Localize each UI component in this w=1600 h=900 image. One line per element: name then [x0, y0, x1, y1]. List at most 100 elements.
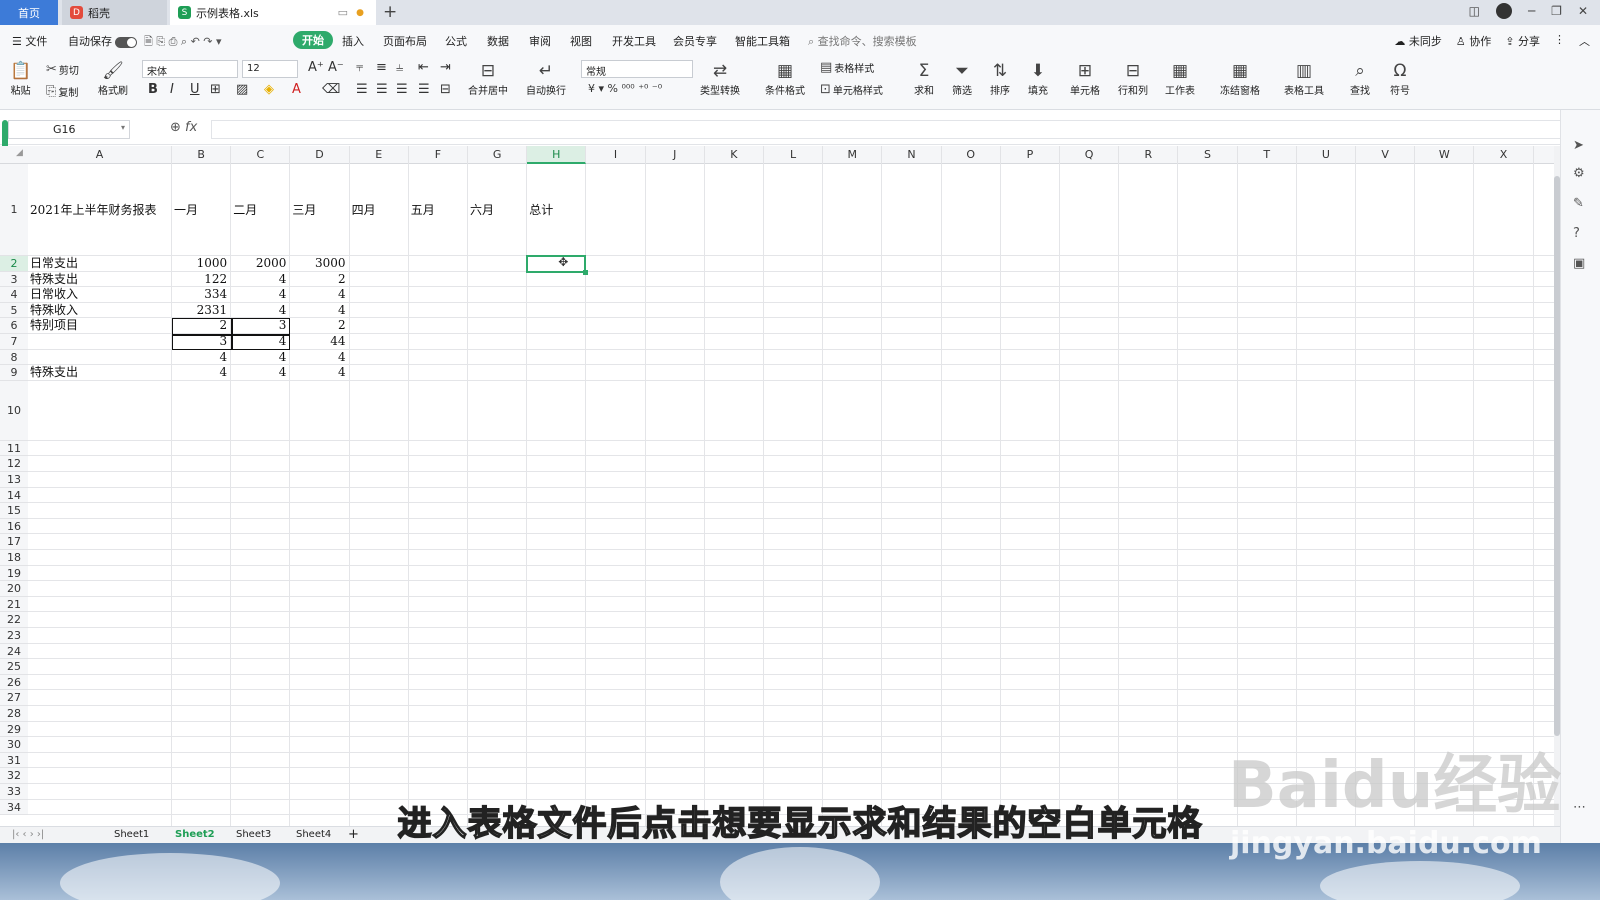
- column-header-g[interactable]: G: [468, 146, 528, 164]
- column-header-t[interactable]: T: [1238, 146, 1297, 164]
- cell-b4[interactable]: 334: [174, 287, 229, 303]
- cell-b2[interactable]: 1000: [174, 256, 229, 272]
- cell-b8[interactable]: 4: [174, 350, 229, 366]
- cell-d5[interactable]: 4: [292, 303, 347, 319]
- cell-d9[interactable]: 4: [292, 365, 347, 381]
- cell-b3[interactable]: 122: [174, 272, 229, 288]
- conditional-format-button[interactable]: ▦ 条件格式: [765, 60, 805, 97]
- column-header-h[interactable]: H: [527, 146, 587, 164]
- border-icon[interactable]: ⊞: [210, 82, 221, 97]
- indent-decrease-icon[interactable]: ⇤: [418, 60, 429, 75]
- font-size-select[interactable]: 12: [242, 60, 298, 78]
- select-all-icon[interactable]: ◢: [16, 148, 23, 158]
- column-header-d[interactable]: D: [290, 146, 350, 164]
- row-header-2[interactable]: 2: [0, 256, 28, 272]
- row-header-21[interactable]: 21: [0, 596, 28, 613]
- row-header-3[interactable]: 3: [0, 271, 28, 288]
- formula-zoom-fx[interactable]: ⊕ fx: [170, 120, 197, 135]
- column-header-u[interactable]: U: [1297, 146, 1356, 164]
- cell-c5[interactable]: 4: [233, 303, 288, 319]
- cell-d3[interactable]: 2: [292, 272, 347, 288]
- menu-tab-formula[interactable]: 公式: [445, 33, 467, 49]
- row-header-7[interactable]: 7: [0, 334, 28, 350]
- row-header-12[interactable]: 12: [0, 456, 28, 472]
- close-icon[interactable]: ✕: [1578, 4, 1588, 18]
- quick-access-icons[interactable]: 🗎 ⎘ ⎙ ⌕ ↶ ↷ ▾: [144, 33, 222, 52]
- cell-a2[interactable]: 日常支出: [30, 256, 170, 272]
- row-header-30[interactable]: 30: [0, 737, 28, 753]
- tab-home[interactable]: 首页: [0, 0, 58, 25]
- eraser-icon[interactable]: ⌫: [322, 82, 340, 97]
- row-header-29[interactable]: 29: [0, 721, 28, 738]
- cell-c7[interactable]: 4: [233, 334, 288, 350]
- column-header-f[interactable]: F: [409, 146, 468, 164]
- type-convert-button[interactable]: ⇄ 类型转换: [700, 60, 740, 97]
- table-tools-button[interactable]: ▥ 表格工具: [1284, 60, 1324, 97]
- cell-a9[interactable]: 特殊支出: [30, 365, 170, 381]
- cell-d8[interactable]: 4: [292, 350, 347, 366]
- column-header-n[interactable]: N: [882, 146, 942, 164]
- help-icon[interactable]: ?: [1573, 226, 1580, 241]
- row-header-23[interactable]: 23: [0, 628, 28, 644]
- merge-center-button[interactable]: ⊟ 合并居中: [468, 60, 508, 97]
- tab-document[interactable]: S 示例表格.xls ▭ ●: [170, 0, 376, 25]
- row-header-15[interactable]: 15: [0, 503, 28, 519]
- font-family-select[interactable]: 宋体: [142, 60, 238, 78]
- row-header-17[interactable]: 17: [0, 534, 28, 550]
- column-header-k[interactable]: K: [705, 146, 764, 164]
- formula-input[interactable]: [211, 120, 1561, 139]
- highlight-icon[interactable]: ◈: [264, 82, 274, 97]
- cell-d6[interactable]: 2: [292, 318, 347, 334]
- row-header-4[interactable]: 4: [0, 287, 28, 303]
- menu-tab-member[interactable]: 会员专享: [673, 33, 717, 49]
- row-header-25[interactable]: 25: [0, 659, 28, 675]
- cell-button[interactable]: ⊞ 单元格: [1070, 60, 1100, 97]
- worksheet-button[interactable]: ▦ 工作表: [1165, 60, 1195, 97]
- menu-tab-review[interactable]: 审阅: [529, 33, 551, 49]
- italic-icon[interactable]: I: [170, 82, 174, 97]
- find-button[interactable]: ⌕ 查找: [1350, 60, 1370, 97]
- name-box[interactable]: G16 ▾: [8, 120, 130, 139]
- cell-c3[interactable]: 4: [233, 272, 288, 288]
- row-header-9[interactable]: 9: [0, 365, 28, 381]
- sum-button[interactable]: Σ 求和: [914, 60, 934, 97]
- justify-icon[interactable]: ☰: [418, 82, 430, 97]
- cell-grid[interactable]: 2021年上半年财务报表 一月 二月 三月 四月 五月 六月 总计 日常支出 1000 2000 30…: [28, 164, 1554, 826]
- restore-icon[interactable]: ❐: [1551, 4, 1562, 18]
- indent-increase-icon[interactable]: ⇥: [440, 60, 451, 75]
- column-header-w[interactable]: W: [1415, 146, 1475, 164]
- layout-icon[interactable]: ◫: [1469, 4, 1480, 18]
- align-top-icon[interactable]: ⫧: [356, 60, 363, 75]
- row-header-27[interactable]: 27: [0, 690, 28, 706]
- bold-icon[interactable]: B: [148, 82, 158, 97]
- settings-slider-icon[interactable]: ⚙: [1573, 166, 1585, 181]
- cell-c9[interactable]: 4: [233, 365, 288, 381]
- column-header-b[interactable]: B: [172, 146, 232, 164]
- cell-b6[interactable]: 2: [174, 318, 229, 334]
- column-header-e[interactable]: E: [350, 146, 409, 164]
- sync-button[interactable]: ☁ 未同步: [1394, 33, 1442, 49]
- freeze-panes-button[interactable]: ▦ 冻结窗格: [1220, 60, 1260, 97]
- command-search[interactable]: ⌕ 查找命令、搜索模板: [808, 33, 917, 49]
- share-button[interactable]: ⇪ 分享: [1505, 33, 1540, 49]
- underline-icon[interactable]: U: [190, 82, 200, 97]
- paste-button[interactable]: 📋 粘贴: [10, 60, 31, 97]
- align-left-icon[interactable]: ☰: [356, 82, 368, 97]
- column-header-o[interactable]: O: [942, 146, 1001, 164]
- row-header-26[interactable]: 26: [0, 674, 28, 691]
- cell-d7[interactable]: 44: [292, 334, 347, 350]
- row-header-22[interactable]: 22: [0, 612, 28, 628]
- fill-handle[interactable]: [583, 269, 589, 275]
- collapse-ribbon-icon[interactable]: ︿: [1579, 33, 1590, 49]
- row-header-1[interactable]: 1: [0, 164, 28, 256]
- autosave-toggle[interactable]: 自动保存: [68, 33, 137, 49]
- image-icon[interactable]: ▣: [1573, 256, 1585, 271]
- column-header-l[interactable]: L: [764, 146, 824, 164]
- cell-a1[interactable]: 2021年上半年财务报表: [30, 164, 170, 256]
- sort-button[interactable]: ⇅ 排序: [990, 60, 1010, 97]
- cell-a5[interactable]: 特殊收入: [30, 303, 170, 319]
- cell-c1[interactable]: 二月: [233, 164, 288, 256]
- currency-icon[interactable]: ¥ ▾ % ⁰⁰⁰ ⁺⁰ ⁻⁰: [588, 82, 662, 95]
- row-header-8[interactable]: 8: [0, 349, 28, 366]
- cell-style-button[interactable]: ⊡ 单元格样式: [820, 82, 883, 97]
